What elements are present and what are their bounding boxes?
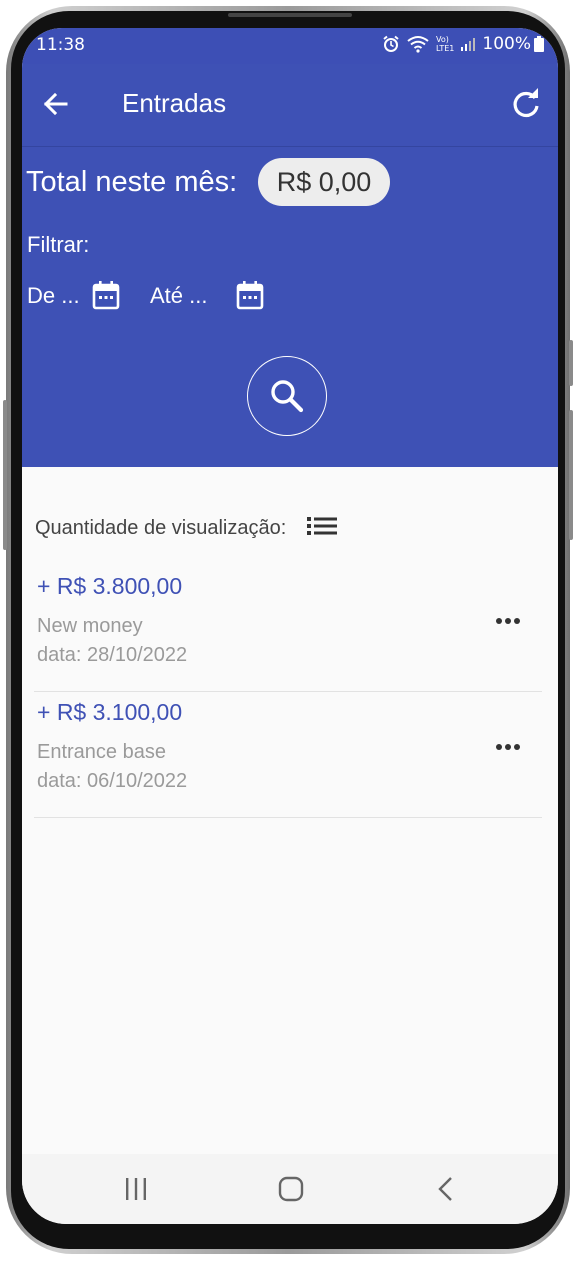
signal-icon [461,38,476,51]
network-type-label: Vo) LTE1 [436,35,454,53]
side-button [569,410,573,540]
total-value: R$ 0,00 [276,166,372,197]
arrow-left-icon[interactable] [38,86,74,122]
speaker-grille [228,13,352,17]
search-button[interactable] [247,356,327,436]
total-value-badge: R$ 0,00 [258,158,390,206]
more-options-icon[interactable] [496,741,526,753]
entry-date: data: 06/10/2022 [37,770,188,792]
page-title: Entradas [122,88,227,118]
entry-name: New money [37,615,143,637]
list-item[interactable]: + R$ 3.100,00 Entrance base data: 06/10/… [34,693,542,818]
volume-button [3,400,7,550]
more-options-icon[interactable] [496,615,526,627]
list-icon[interactable] [306,514,338,538]
battery-indicator: 100% [482,34,544,54]
entry-date: data: 28/10/2022 [37,644,188,666]
calendar-icon[interactable] [236,280,264,310]
system-nav-bar [22,1154,558,1224]
refresh-icon[interactable] [508,86,544,122]
status-icons: Vo) LTE1 100% [382,34,544,54]
battery-percent: 100% [482,34,531,54]
date-to-field[interactable]: Até ... [150,283,207,309]
total-label: Total neste mês: [26,166,238,198]
recents-icon[interactable] [124,1178,148,1200]
alarm-icon [383,35,399,52]
power-button [569,340,573,386]
calendar-icon[interactable] [92,280,120,310]
battery-icon [534,36,544,52]
wifi-icon [407,36,429,53]
network-label-top: Vo) [436,35,449,44]
entry-name: Entrance base [37,741,166,763]
list-item[interactable]: + R$ 3.800,00 New money data: 28/10/2022 [34,567,542,692]
entry-amount: + R$ 3.100,00 [37,699,183,725]
back-icon[interactable] [436,1176,454,1202]
entry-amount: + R$ 3.800,00 [37,573,183,599]
toolbar: Entradas [22,64,558,147]
network-label-bottom: LTE1 [436,44,455,53]
search-icon [271,380,304,413]
quantity-label: Quantidade de visualização: [35,517,287,539]
status-bar: 11:38 Vo) LTE1 100% [22,28,558,64]
screen: 11:38 Vo) LTE1 100% Entradas Total neste… [22,28,558,1224]
date-from-field[interactable]: De ... [27,283,80,309]
filter-label: Filtrar: [27,232,90,257]
header: Entradas Total neste mês: R$ 0,00 Filtra… [22,64,558,467]
home-icon[interactable] [278,1176,304,1202]
status-time: 11:38 [36,35,85,55]
